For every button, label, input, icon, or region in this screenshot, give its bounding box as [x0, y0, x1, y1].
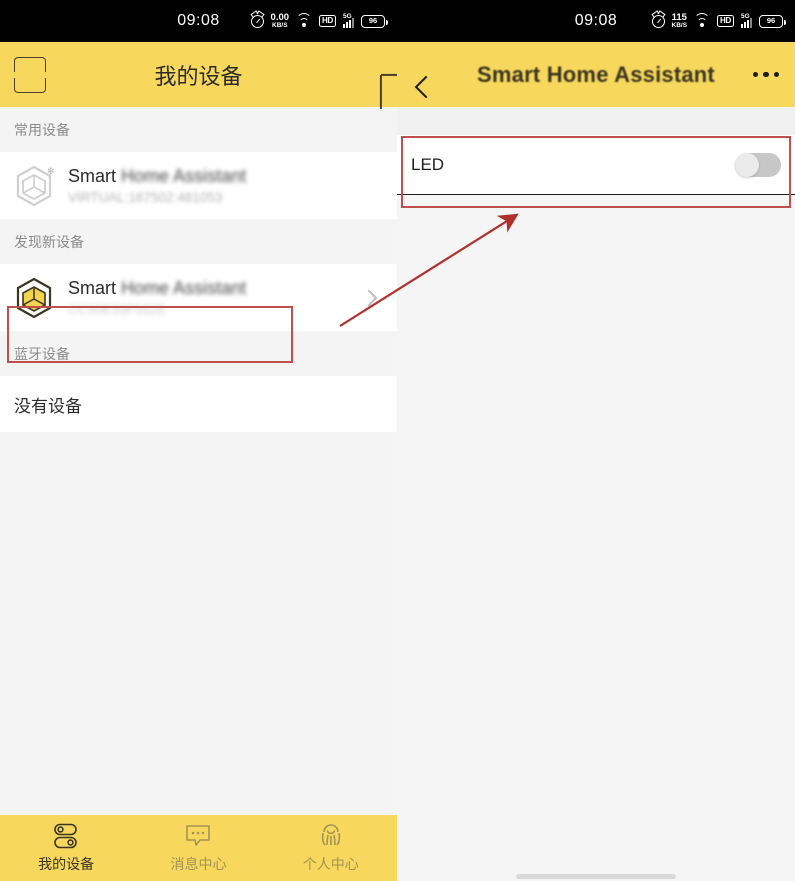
battery-icon: 96	[361, 14, 388, 28]
section-header-bluetooth: 蓝牙设备	[0, 331, 397, 376]
bottom-tab-bar: 我的设备 消息中心 个人中心	[0, 815, 397, 881]
right-phone-panel: 09:08 115 KB/S HD 5G 96 Smart Home Assis…	[397, 0, 795, 881]
led-label: LED	[411, 154, 445, 174]
status-bar-icons: 115 KB/S HD 5G 96	[651, 12, 786, 29]
hd-icon: HD	[319, 15, 336, 27]
empty-state-text: 没有设备	[0, 376, 397, 432]
led-toggle-switch[interactable]	[735, 152, 781, 177]
right-status-bar: 09:08 115 KB/S HD 5G 96	[397, 0, 795, 42]
toggle-knob	[735, 152, 759, 177]
section-header-frequent: 常用设备	[0, 107, 397, 152]
wifi-icon	[296, 13, 313, 27]
cube-filled-icon	[14, 276, 54, 320]
alarm-icon	[651, 14, 665, 28]
status-bar-icons: 0.00 KB/S HD 5G 96	[250, 12, 388, 29]
network-speed-unit: KB/S	[272, 21, 288, 29]
left-app-bar: 我的设备	[0, 42, 397, 107]
chevron-right-icon	[360, 289, 378, 306]
alarm-icon	[250, 14, 264, 28]
left-phone-panel: 09:08 0.00 KB/S HD 5G 96 我的设备 常用设备 ✻ Sma…	[0, 0, 397, 881]
network-type-label: 5G	[741, 12, 750, 20]
list-item[interactable]: Smart Home Assistant CC50E33F552E	[0, 264, 397, 331]
network-speed-indicator: 0.00 KB/S	[271, 13, 290, 29]
tab-personal-center[interactable]: 个人中心	[265, 815, 397, 881]
right-app-bar: Smart Home Assistant	[397, 42, 795, 107]
discovered-devices-card: Smart Home Assistant CC50E33F552E	[0, 264, 397, 331]
network-speed-unit: KB/S	[671, 21, 688, 29]
tab-label: 个人中心	[302, 856, 359, 872]
more-options-button[interactable]	[752, 71, 779, 78]
cube-outline-icon: ✻	[14, 164, 54, 208]
network-speed-indicator: 115 KB/S	[672, 13, 688, 29]
device-name: Smart Home Assistant	[68, 166, 247, 186]
battery-level: 96	[766, 16, 776, 26]
signal-icon: 5G	[741, 12, 752, 28]
person-icon	[316, 822, 346, 850]
home-indicator	[516, 874, 676, 879]
bluetooth-devices-card: 没有设备	[0, 376, 397, 432]
signal-icon: 5G	[343, 12, 354, 28]
list-item[interactable]: ✻ Smart Home Assistant VIRTUAL:167502:48…	[0, 152, 397, 219]
section-header-discovered: 发现新设备	[0, 219, 397, 264]
wifi-icon	[694, 13, 711, 27]
list-item-texts: Smart Home Assistant VIRTUAL:167502:4810…	[68, 166, 383, 205]
content-spacer	[397, 107, 795, 135]
battery-level: 96	[368, 16, 378, 26]
chat-bubble-icon	[184, 822, 212, 850]
tab-label: 消息中心	[170, 856, 227, 872]
svg-text:✻: ✻	[47, 166, 54, 176]
tab-my-devices[interactable]: 我的设备	[0, 815, 132, 881]
dual-phone-screenshot: 09:08 0.00 KB/S HD 5G 96 我的设备 常用设备 ✻ Sma…	[0, 0, 795, 881]
tab-label: 我的设备	[38, 856, 95, 872]
battery-icon: 96	[759, 14, 786, 28]
device-page-title: Smart Home Assistant	[477, 61, 715, 87]
device-subtitle: VIRTUAL:167502:481053	[68, 190, 223, 205]
hd-icon: HD	[717, 15, 734, 27]
tab-message-center[interactable]: 消息中心	[132, 815, 264, 881]
page-title: 我的设备	[154, 63, 243, 89]
led-control-row[interactable]: LED	[397, 135, 795, 195]
device-subtitle: CC50E33F552E	[68, 302, 167, 317]
device-name: Smart Home Assistant	[68, 278, 247, 298]
more-dots-icon	[752, 71, 779, 78]
toggles-icon	[51, 822, 81, 850]
network-type-label: 5G	[343, 12, 352, 20]
frequent-devices-card: ✻ Smart Home Assistant VIRTUAL:167502:48…	[0, 152, 397, 219]
left-status-bar: 09:08 0.00 KB/S HD 5G 96	[0, 0, 397, 42]
list-item-texts: Smart Home Assistant CC50E33F552E	[68, 278, 363, 317]
